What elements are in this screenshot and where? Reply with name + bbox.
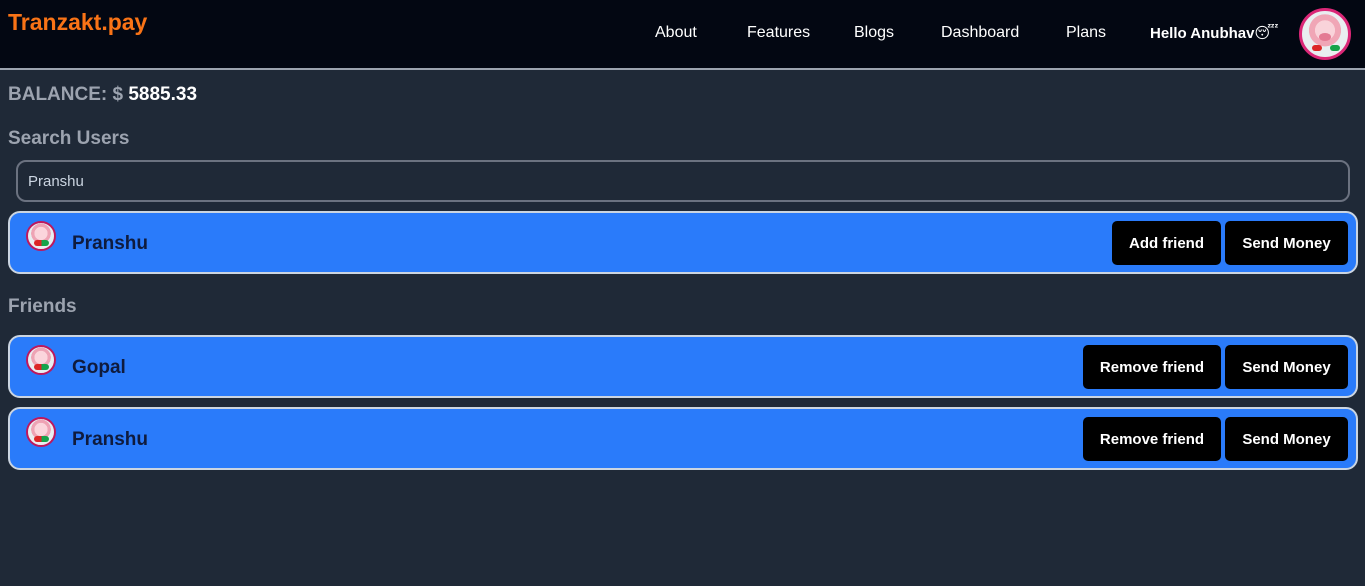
avatar-detail-red [1312,45,1322,51]
avatar [26,221,56,251]
avatar-detail-green [1330,45,1340,51]
friend-card: Pranshu Remove friend Send Money [8,407,1358,470]
send-money-button[interactable]: Send Money [1225,221,1348,265]
greeting-text: Hello Anubhav [1150,25,1255,42]
nav-link-blogs[interactable]: Blogs [854,24,894,42]
search-input[interactable] [16,160,1350,202]
nav-link-dashboard[interactable]: Dashboard [941,24,1019,42]
user-greeting: Hello Anubhav😴 [1150,24,1279,42]
brand-logo[interactable]: Tranzakt.pay [8,9,147,36]
nav-link-plans[interactable]: Plans [1066,24,1106,42]
navbar: Tranzakt.pay About Features Blogs Dashbo… [0,0,1365,70]
balance-display: BALANCE: $ 5885.33 [8,84,197,106]
send-money-button[interactable]: Send Money [1225,345,1348,389]
friends-title: Friends [8,296,77,317]
friend-card: Gopal Remove friend Send Money [8,335,1358,398]
user-avatar[interactable] [1299,8,1351,60]
sleeping-emoji-icon: 😴 [1254,25,1279,42]
user-name: Pranshu [72,233,149,254]
balance-amount: 5885.33 [128,84,198,105]
friend-name: Gopal [72,357,126,378]
add-friend-button[interactable]: Add friend [1112,221,1221,265]
avatar [26,417,56,447]
nav-link-about[interactable]: About [655,24,697,42]
avatar [26,345,56,375]
nav-link-features[interactable]: Features [747,24,810,42]
send-money-button[interactable]: Send Money [1225,417,1348,461]
search-users-title: Search Users [8,128,130,149]
balance-label: BALANCE: $ [8,84,124,105]
avatar-snout [1319,33,1331,41]
search-result-card: Pranshu Add friend Send Money [8,211,1358,274]
remove-friend-button[interactable]: Remove friend [1083,345,1221,389]
remove-friend-button[interactable]: Remove friend [1083,417,1221,461]
friend-name: Pranshu [72,429,149,450]
